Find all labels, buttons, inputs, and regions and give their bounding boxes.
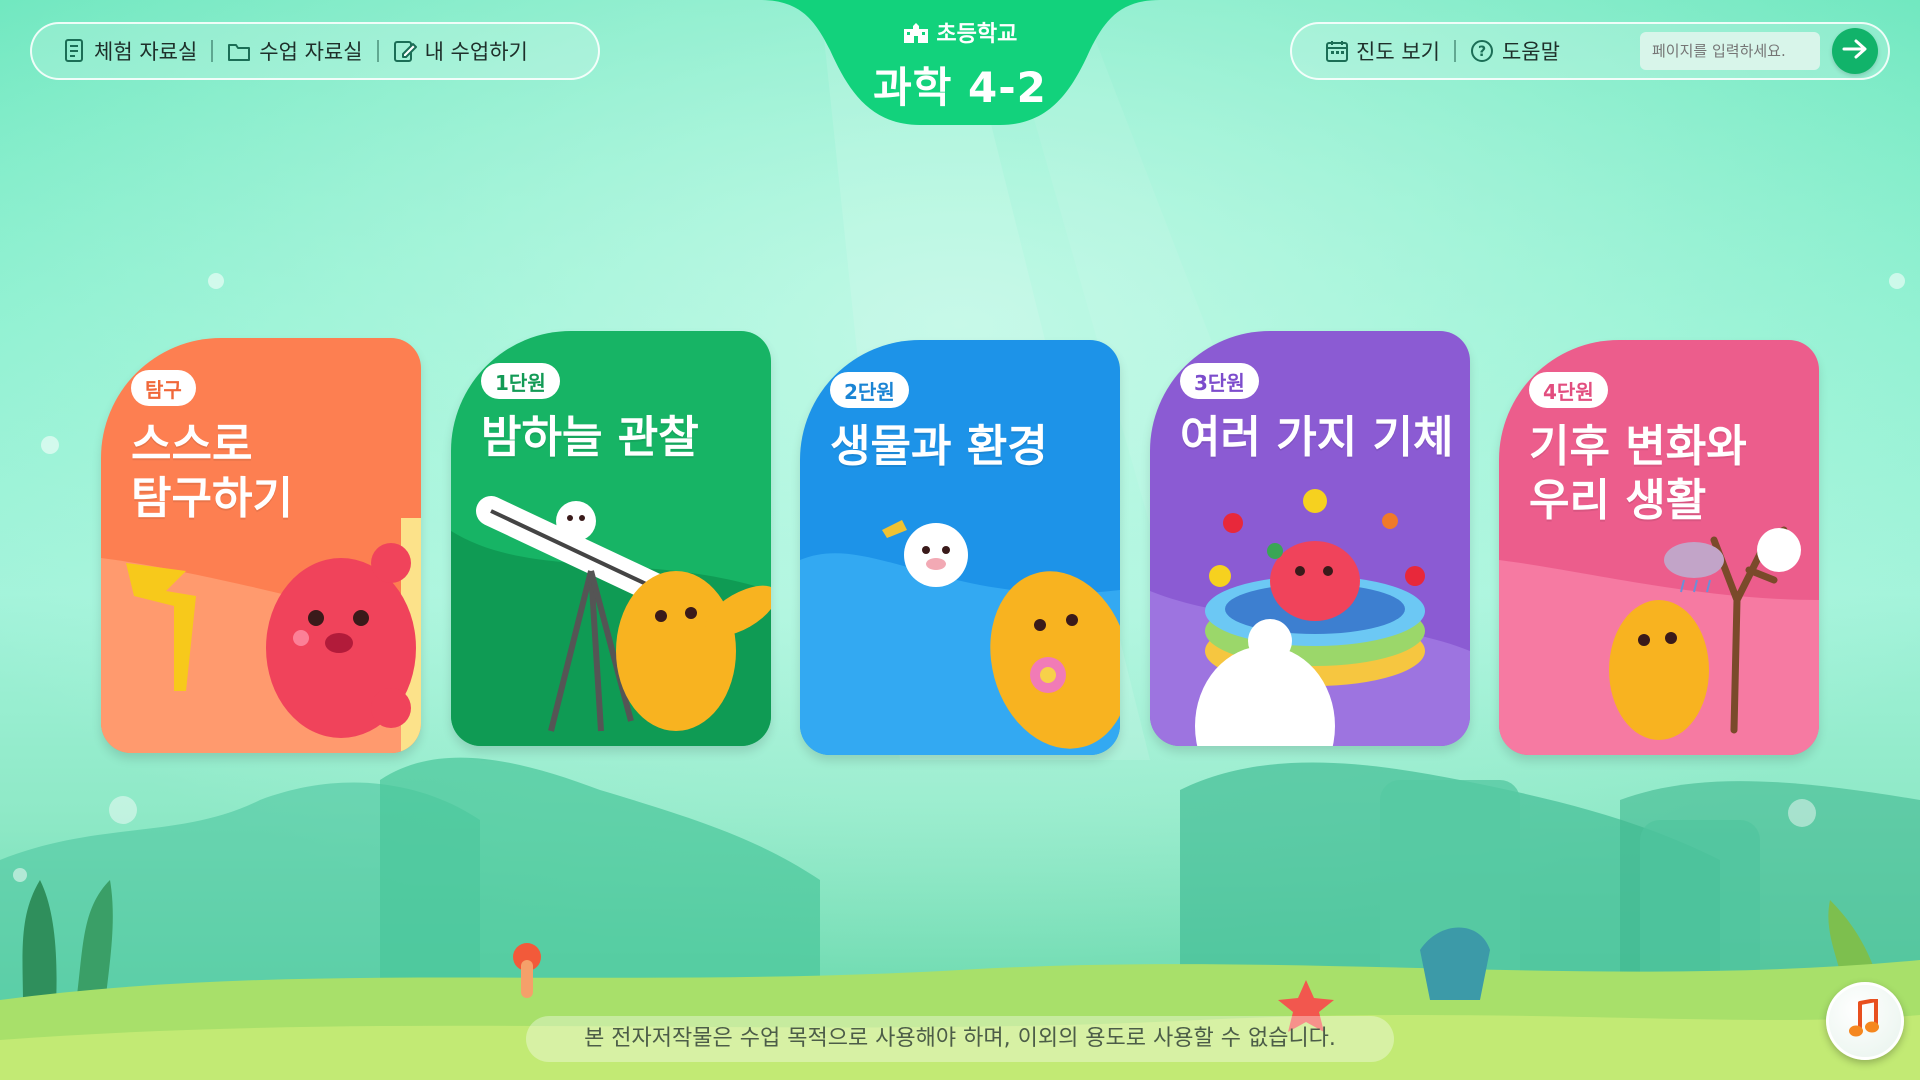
unit-card-2[interactable]: 2단원 생물과 환경 — [800, 340, 1120, 755]
nav-divider — [211, 40, 214, 62]
subject-header: 초등학교 과학 4-2 — [760, 0, 1160, 130]
nav-label: 도움말 — [1501, 40, 1560, 64]
card-title: 밤하늘 관찰 — [481, 412, 699, 463]
arrow-right-icon — [1842, 38, 1868, 64]
music-toggle-button[interactable] — [1826, 982, 1904, 1060]
document-list-icon — [64, 39, 86, 63]
nav-help[interactable]: ? 도움말 — [1456, 36, 1574, 66]
nav-my-class[interactable]: 내 수업하기 — [379, 36, 542, 66]
school-label-text: 초등학교 — [936, 22, 1018, 47]
school-building-icon — [903, 22, 937, 47]
go-page-button[interactable] — [1832, 28, 1878, 74]
unit-card-3[interactable]: 3단원 여러 가지 기체 — [1150, 331, 1470, 746]
calendar-icon — [1326, 40, 1348, 62]
nav-divider — [376, 40, 379, 62]
school-label: 초등학교 — [760, 16, 1160, 48]
edit-note-icon — [393, 39, 417, 63]
nav-label: 내 수업하기 — [424, 40, 528, 64]
unit-card-4[interactable]: 4단원 기후 변화와 우리 생활 — [1499, 340, 1819, 755]
unit-badge: 1단원 — [481, 363, 560, 399]
card-title: 생물과 환경 — [830, 421, 1048, 472]
left-nav-bar: 체험 자료실 수업 자료실 내 수업하기 — [30, 22, 600, 80]
copyright-notice: 본 전자저작물은 수업 목적으로 사용해야 하며, 이외의 용도로 사용할 수 … — [526, 1016, 1394, 1062]
unit-card-1[interactable]: 1단원 밤하늘 관찰 — [451, 331, 771, 746]
nav-label: 체험 자료실 — [94, 40, 198, 64]
nav-experience-materials[interactable]: 체험 자료실 — [50, 36, 211, 66]
unit-badge: 탐구 — [131, 370, 196, 406]
nav-divider — [1453, 40, 1456, 62]
nav-progress-view[interactable]: 진도 보기 — [1312, 36, 1454, 66]
svg-text:?: ? — [1478, 44, 1486, 60]
card-title: 여러 가지 기체 — [1180, 412, 1454, 463]
card-title: 기후 변화와 우리 생활 — [1529, 421, 1747, 526]
unit-badge: 4단원 — [1529, 372, 1608, 408]
nav-label: 진도 보기 — [1356, 40, 1440, 64]
unit-badge: 3단원 — [1180, 363, 1259, 399]
unit-card-inquiry[interactable]: 탐구 스스로 탐구하기 — [101, 338, 421, 753]
subject-title: 과학 4-2 — [873, 63, 1047, 112]
unit-badge: 2단원 — [830, 372, 909, 408]
card-title: 스스로 탐구하기 — [131, 419, 293, 524]
nav-label: 수업 자료실 — [259, 40, 363, 64]
music-note-icon — [1848, 997, 1882, 1043]
nav-class-materials[interactable]: 수업 자료실 — [213, 36, 376, 66]
folder-icon — [227, 40, 251, 62]
page-number-input[interactable] — [1640, 32, 1820, 70]
help-circle-icon: ? — [1470, 39, 1494, 63]
right-nav-bar: 진도 보기 ? 도움말 — [1290, 22, 1890, 80]
